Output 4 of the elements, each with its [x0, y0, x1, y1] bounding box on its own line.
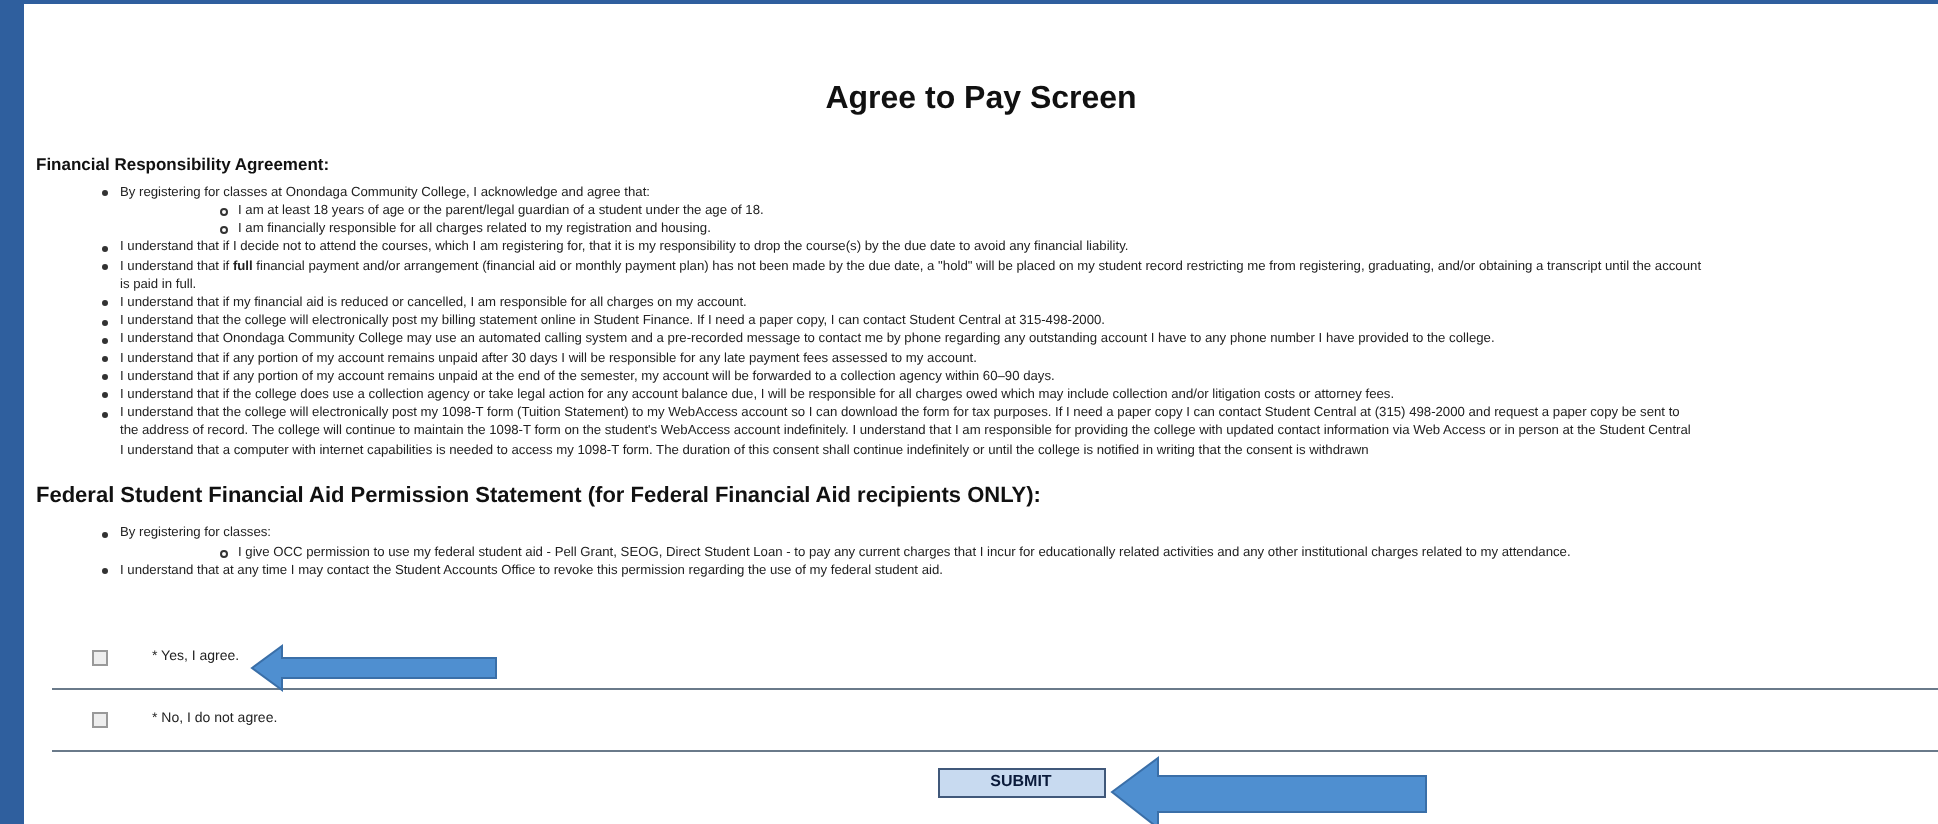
submit-button[interactable]: SUBMIT — [937, 767, 1105, 798]
page-title: Agree to Pay Screen — [825, 80, 1137, 120]
section-heading: Financial Responsibility Agreement: — [36, 152, 332, 178]
section-heading: Federal Student Financial Aid Permission Statement (for Federal Financial Aid recipients ONLY): — [36, 481, 1043, 512]
